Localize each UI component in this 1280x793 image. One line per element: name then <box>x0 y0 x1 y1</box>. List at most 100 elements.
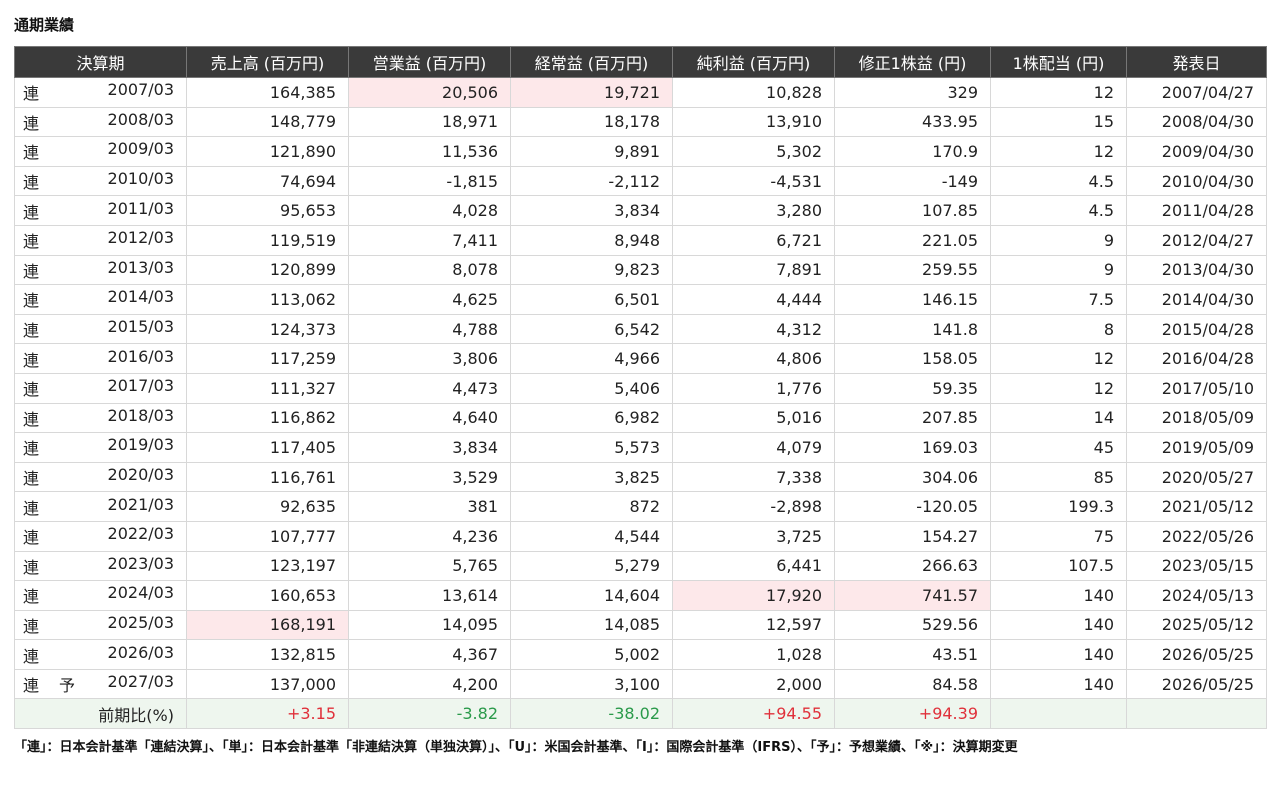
table-header-row: 決算期 売上高 (百万円) 営業益 (百万円) 経常益 (百万円) 純利益 (百… <box>14 46 1267 78</box>
sales-cell: 119,519 <box>186 224 349 256</box>
op-cell: 4,028 <box>348 195 511 226</box>
div-cell: 9 <box>990 224 1127 256</box>
ord-cell: 3,100 <box>510 668 673 700</box>
table-row: 連 2021/03 92,635 381 872 -2,898 -120.05 199.3 20… <box>14 491 1267 522</box>
net-cell: 5,016 <box>672 402 835 434</box>
eps-cell: 221.05 <box>834 224 991 256</box>
ord-cell: 4,544 <box>510 520 673 552</box>
op-cell: 11,536 <box>348 136 511 167</box>
eps-cell: 329 <box>834 77 991 108</box>
eps-cell: 529.56 <box>834 609 991 641</box>
period-label: 2007/03 <box>107 80 174 100</box>
ord-cell: 4,966 <box>510 343 673 374</box>
table-row: 連 2018/03 116,862 4,640 6,982 5,016 207.85 14 20… <box>14 402 1267 434</box>
header-eps: 修正1株益 (円) <box>834 46 991 78</box>
date-cell: 2013/04/30 <box>1126 254 1267 286</box>
date-cell: 2008/04/30 <box>1126 106 1267 138</box>
net-cell: 17,920 <box>672 580 835 611</box>
ord-cell: 6,501 <box>510 284 673 315</box>
date-cell: 2009/04/30 <box>1126 136 1267 167</box>
yoy-eps-cell: +94.39 <box>834 698 991 730</box>
period-cell: 連 2014/03 <box>14 284 187 315</box>
div-cell: 107.5 <box>990 550 1127 582</box>
net-cell: 13,910 <box>672 106 835 138</box>
date-cell: 2026/05/25 <box>1126 668 1267 700</box>
eps-cell: 170.9 <box>834 136 991 167</box>
ord-cell: 3,825 <box>510 461 673 493</box>
period-label: 2015/03 <box>107 317 174 337</box>
basis-label: 連 <box>23 84 40 104</box>
ord-cell: 9,823 <box>510 254 673 286</box>
date-cell: 2007/04/27 <box>1126 77 1267 108</box>
table-row: 連 2020/03 116,761 3,529 3,825 7,338 304.06 85 20… <box>14 461 1267 493</box>
date-cell: 2026/05/25 <box>1126 639 1267 670</box>
period-label: 2013/03 <box>107 257 174 277</box>
table-row: 連 2011/03 95,653 4,028 3,834 3,280 107.85 4.5 20… <box>14 195 1267 226</box>
net-cell: 4,806 <box>672 343 835 374</box>
ord-cell: 8,948 <box>510 224 673 256</box>
date-cell: 2021/05/12 <box>1126 491 1267 522</box>
basis-label: 連 <box>23 528 40 548</box>
net-cell: -2,898 <box>672 491 835 522</box>
net-cell: 12,597 <box>672 609 835 641</box>
div-cell: 199.3 <box>990 491 1127 522</box>
op-cell: 14,095 <box>348 609 511 641</box>
forecast-mark: 予 <box>59 676 76 696</box>
net-cell: 10,828 <box>672 77 835 108</box>
table-row: 連予 2027/03 137,000 4,200 3,100 2,000 84.58 140 2… <box>14 668 1267 700</box>
period-cell: 連 2020/03 <box>14 461 187 493</box>
net-cell: 6,721 <box>672 224 835 256</box>
net-cell: 6,441 <box>672 550 835 582</box>
period-label: 2022/03 <box>107 524 174 544</box>
date-cell: 2015/04/28 <box>1126 313 1267 345</box>
table-row: 連 2026/03 132,815 4,367 5,002 1,028 43.51 140 20… <box>14 639 1267 670</box>
table-row: 連 2007/03 164,385 20,506 19,721 10,828 329 12 20… <box>14 77 1267 108</box>
ord-cell: 19,721 <box>510 77 673 108</box>
period-cell: 連 2019/03 <box>14 432 187 463</box>
basis-label: 連 <box>23 498 40 518</box>
eps-cell: 59.35 <box>834 372 991 404</box>
period-label: 2008/03 <box>107 109 174 129</box>
basis-label: 連 <box>23 587 40 607</box>
date-cell: 2020/05/27 <box>1126 461 1267 493</box>
op-cell: 3,529 <box>348 461 511 493</box>
eps-cell: 207.85 <box>834 402 991 434</box>
period-label: 2012/03 <box>107 228 174 248</box>
period-cell: 連 2025/03 <box>14 609 187 641</box>
table-row: 連 2025/03 168,191 14,095 14,085 12,597 529.56 1… <box>14 609 1267 641</box>
op-cell: 4,473 <box>348 372 511 404</box>
date-cell: 2016/04/28 <box>1126 343 1267 374</box>
net-cell: 3,725 <box>672 520 835 552</box>
div-cell: 4.5 <box>990 195 1127 226</box>
period-cell: 連 2024/03 <box>14 580 187 611</box>
period-cell: 連 2022/03 <box>14 520 187 552</box>
date-cell: 2023/05/15 <box>1126 550 1267 582</box>
period-label: 2024/03 <box>107 583 174 603</box>
eps-cell: 433.95 <box>834 106 991 138</box>
period-cell: 連 2016/03 <box>14 343 187 374</box>
op-cell: -1,815 <box>348 165 511 197</box>
ord-cell: 6,982 <box>510 402 673 434</box>
basis-label: 連 <box>23 143 40 163</box>
sales-cell: 124,373 <box>186 313 349 345</box>
period-label: 2023/03 <box>107 553 174 573</box>
period-label: 2025/03 <box>107 612 174 632</box>
op-cell: 18,971 <box>348 106 511 138</box>
ord-cell: 9,891 <box>510 136 673 167</box>
table-row: 連 2013/03 120,899 8,078 9,823 7,891 259.55 9 201… <box>14 254 1267 286</box>
period-cell: 連 2015/03 <box>14 313 187 345</box>
net-cell: 4,312 <box>672 313 835 345</box>
table-row: 連 2008/03 148,779 18,971 18,178 13,910 433.95 1… <box>14 106 1267 138</box>
period-cell: 連 2007/03 <box>14 77 187 108</box>
basis-label: 連 <box>23 291 40 311</box>
ord-cell: 3,834 <box>510 195 673 226</box>
sales-cell: 113,062 <box>186 284 349 315</box>
basis-label: 連 <box>23 676 40 696</box>
period-label: 2016/03 <box>107 346 174 366</box>
sales-cell: 148,779 <box>186 106 349 138</box>
div-cell: 12 <box>990 343 1127 374</box>
net-cell: 5,302 <box>672 136 835 167</box>
table-row: 連 2023/03 123,197 5,765 5,279 6,441 266.63 107.… <box>14 550 1267 582</box>
eps-cell: 43.51 <box>834 639 991 670</box>
sales-cell: 120,899 <box>186 254 349 286</box>
